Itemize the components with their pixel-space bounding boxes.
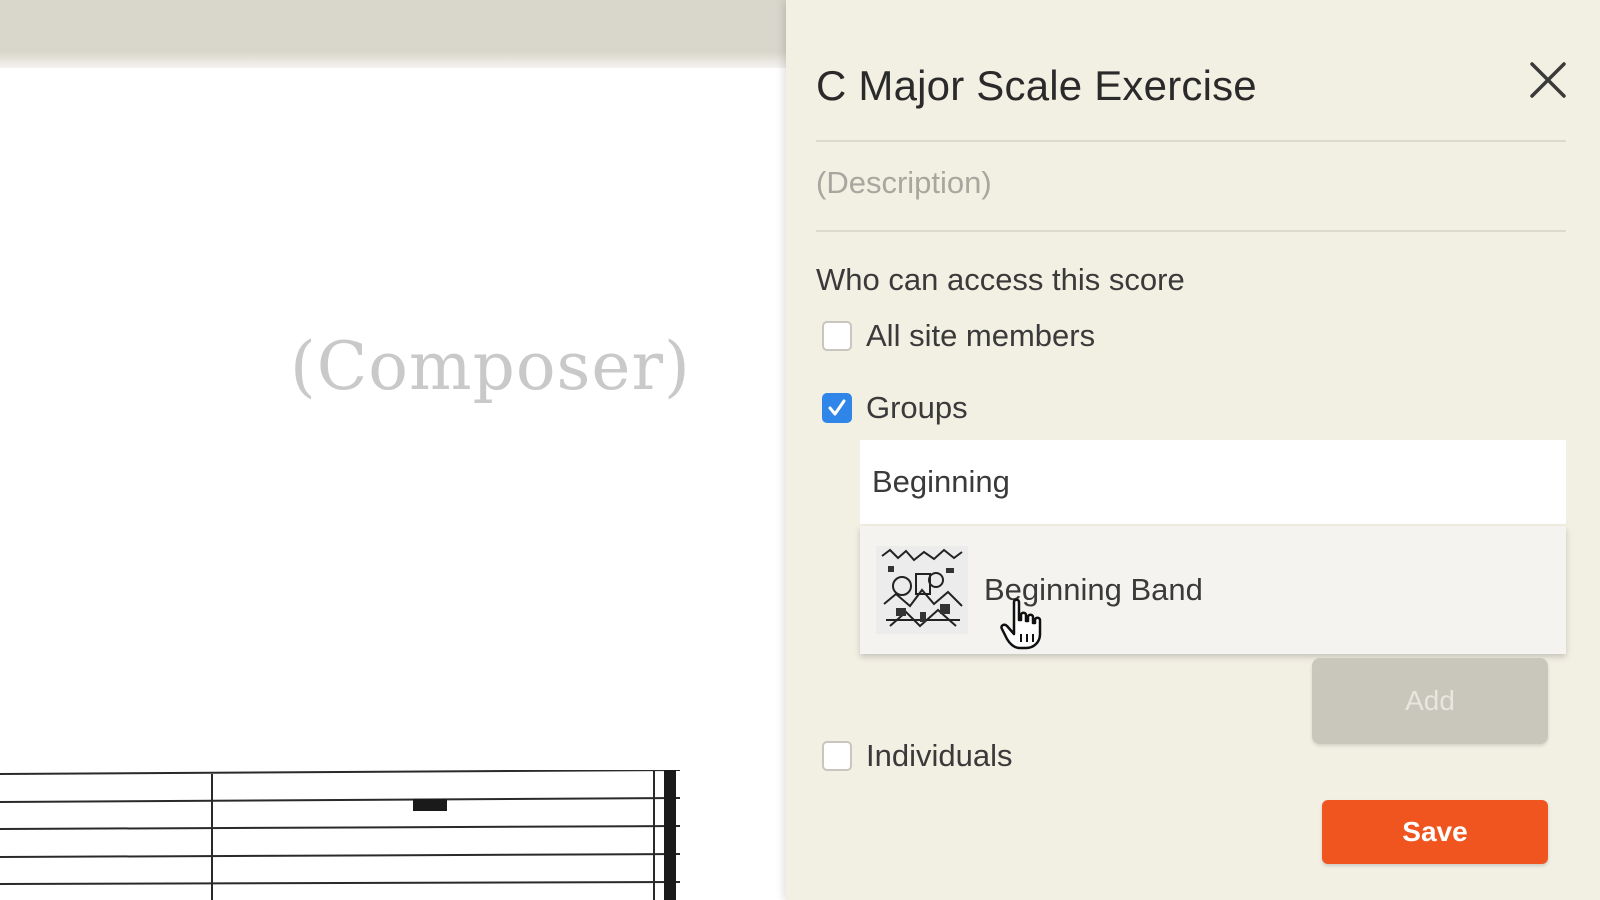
final-barline (664, 770, 676, 900)
all-site-members-option[interactable]: All site members (822, 318, 1095, 354)
music-staff (0, 770, 681, 900)
score-settings-panel: C Major Scale Exercise (Description) Who… (786, 0, 1600, 900)
suggestion-item[interactable]: Beginning Band (860, 526, 1566, 654)
groups-label: Groups (866, 390, 968, 425)
composer-field[interactable]: (Composer) (290, 328, 691, 405)
toolbar-shadow (0, 52, 790, 68)
add-group-button[interactable]: Add (1312, 658, 1548, 744)
suggestion-label: Beginning Band (984, 572, 1203, 607)
group-suggestions-dropdown: Beginning Band (860, 526, 1566, 654)
group-thumbnail-icon (876, 546, 968, 634)
app-window: (Composer) C Major Scale Exercise (Descr… (0, 0, 1600, 900)
close-button[interactable] (1526, 58, 1570, 102)
groups-option[interactable]: Groups (822, 390, 968, 426)
groups-checkbox[interactable] (822, 393, 852, 423)
individuals-option[interactable]: Individuals (822, 738, 1012, 774)
individuals-checkbox[interactable] (822, 741, 852, 771)
access-heading: Who can access this score (816, 262, 1185, 297)
checkmark-icon (828, 399, 846, 416)
individuals-label: Individuals (866, 738, 1013, 773)
score-title[interactable]: C Major Scale Exercise (816, 62, 1257, 110)
score-canvas: (Composer) (0, 0, 790, 900)
close-icon (1530, 62, 1566, 98)
whole-rest (413, 799, 447, 811)
description-field[interactable]: (Description) (816, 165, 992, 201)
all-site-members-checkbox[interactable] (822, 321, 852, 351)
title-divider (816, 140, 1566, 142)
save-button[interactable]: Save (1322, 800, 1548, 864)
description-divider (816, 230, 1566, 232)
group-search-input[interactable] (860, 440, 1566, 524)
all-site-members-label: All site members (866, 318, 1096, 353)
